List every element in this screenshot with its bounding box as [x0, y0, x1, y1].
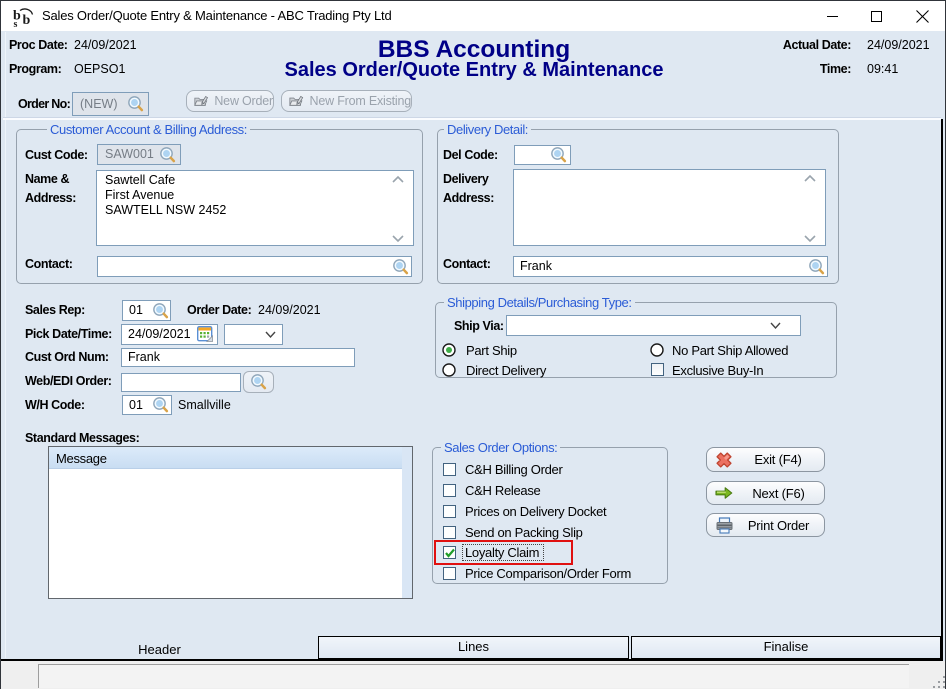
svg-text:s: s	[14, 19, 18, 27]
svg-text:b: b	[23, 13, 31, 27]
